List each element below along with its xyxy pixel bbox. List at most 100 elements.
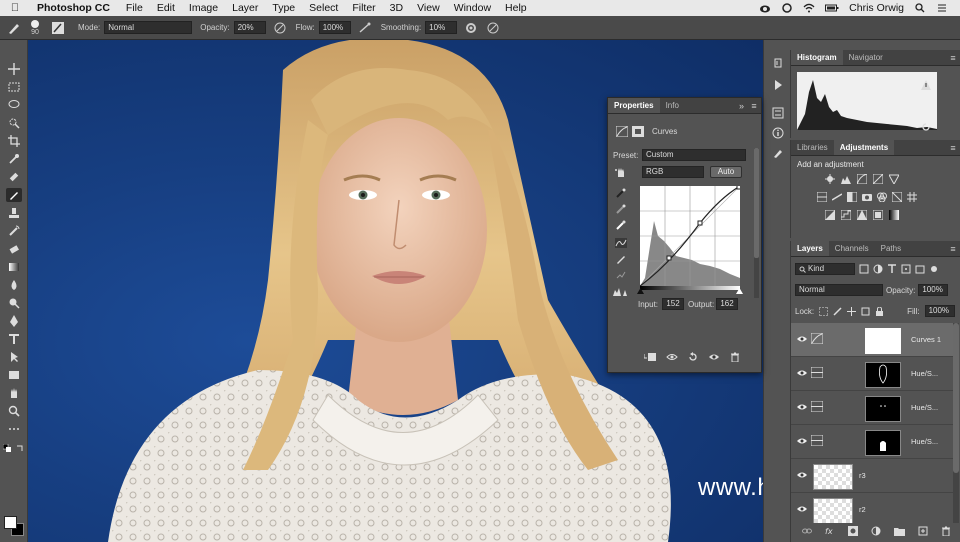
- brightness-contrast-icon[interactable]: [825, 174, 835, 184]
- zoom-tool-icon[interactable]: [6, 404, 22, 418]
- panel-menu-icon[interactable]: ≡: [747, 98, 761, 113]
- tab-paths[interactable]: Paths: [875, 241, 907, 256]
- tab-channels[interactable]: Channels: [829, 241, 875, 256]
- layer-name[interactable]: r3: [859, 471, 866, 480]
- layer-opacity-field[interactable]: 100%: [918, 284, 949, 296]
- new-group-icon[interactable]: [893, 527, 905, 536]
- link-layers-icon[interactable]: [801, 527, 812, 535]
- menu-help[interactable]: Help: [498, 2, 534, 14]
- cache-warning-icon[interactable]: [921, 80, 931, 90]
- panel-menu-icon[interactable]: ≡: [946, 50, 960, 65]
- menu-app-name[interactable]: Photoshop CC: [30, 2, 119, 14]
- more-tools-icon[interactable]: [6, 422, 22, 436]
- smoothing-field[interactable]: 10%: [425, 21, 458, 34]
- menu-edit[interactable]: Edit: [150, 2, 182, 14]
- delete-adjustment-trash-icon[interactable]: [730, 352, 740, 362]
- notification-center-icon[interactable]: [936, 3, 948, 13]
- filter-adjustment-icon[interactable]: [873, 264, 883, 274]
- color-balance-icon[interactable]: [832, 192, 842, 202]
- layer-style-fx-icon[interactable]: fx: [825, 526, 835, 536]
- properties-panel[interactable]: Properties Info » ≡ Curves Preset: Custo…: [607, 97, 762, 373]
- draw-pencil-icon[interactable]: [616, 254, 626, 264]
- smooth-curve-icon[interactable]: [616, 270, 626, 280]
- tab-navigator[interactable]: Navigator: [843, 50, 889, 65]
- sample-black-point-icon[interactable]: [616, 188, 626, 198]
- refresh-icon[interactable]: [921, 122, 931, 132]
- foreground-color-swatch[interactable]: [4, 516, 17, 529]
- tab-adjustments[interactable]: Adjustments: [833, 140, 895, 155]
- wifi-icon[interactable]: [803, 3, 815, 13]
- eyedropper-tool-icon[interactable]: [6, 152, 22, 166]
- layer-thumbnail[interactable]: [813, 498, 853, 523]
- vibrance-icon[interactable]: [889, 174, 899, 184]
- crop-tool-icon[interactable]: [6, 134, 22, 148]
- sample-gray-point-icon[interactable]: [616, 204, 626, 214]
- layer-name[interactable]: Hue/S...: [911, 437, 938, 446]
- visibility-eye-icon[interactable]: [797, 403, 807, 411]
- visibility-eye-icon[interactable]: [797, 505, 807, 513]
- clipping-warning-icon[interactable]: [613, 286, 627, 296]
- collapse-panel-icon[interactable]: »: [736, 98, 747, 113]
- visibility-eye-icon[interactable]: [797, 369, 807, 377]
- filter-type-icon[interactable]: [887, 264, 897, 274]
- layer-row[interactable]: r2: [791, 493, 953, 523]
- layers-scrollbar[interactable]: [953, 323, 959, 523]
- add-mask-icon[interactable]: [847, 526, 858, 536]
- menu-window[interactable]: Window: [447, 2, 498, 14]
- filter-shape-icon[interactable]: [901, 264, 911, 274]
- layer-row[interactable]: Hue/S...: [791, 357, 953, 391]
- layer-row[interactable]: Hue/S...: [791, 391, 953, 425]
- eraser-tool-icon[interactable]: [6, 242, 22, 256]
- lock-position-icon[interactable]: [847, 306, 857, 316]
- tab-properties[interactable]: Properties: [608, 98, 660, 113]
- path-selection-tool-icon[interactable]: [6, 350, 22, 364]
- swap-colors-icon[interactable]: [16, 444, 24, 452]
- history-panel-icon[interactable]: [770, 56, 785, 70]
- hue-saturation-icon[interactable]: [817, 192, 827, 202]
- preset-select[interactable]: Custom: [642, 149, 746, 161]
- new-layer-icon[interactable]: [918, 526, 928, 536]
- pressure-size-icon[interactable]: [485, 20, 501, 36]
- layer-mask-thumbnail[interactable]: [865, 396, 901, 422]
- flow-field[interactable]: 100%: [318, 21, 351, 34]
- brush-settings-icon[interactable]: [50, 20, 66, 36]
- sync-icon[interactable]: [781, 3, 793, 13]
- marquee-tool-icon[interactable]: [6, 80, 22, 94]
- filter-pixel-icon[interactable]: [859, 264, 869, 274]
- dodge-tool-icon[interactable]: [6, 296, 22, 310]
- cloud-icon[interactable]: [759, 3, 771, 13]
- view-previous-state-icon[interactable]: [666, 352, 678, 362]
- panel-menu-icon[interactable]: ≡: [946, 140, 960, 155]
- reset-icon[interactable]: [688, 352, 698, 362]
- info-panel-icon[interactable]: [770, 126, 785, 140]
- blend-mode-select[interactable]: Normal: [795, 284, 883, 296]
- user-name[interactable]: Chris Orwig: [849, 2, 904, 14]
- menu-3d[interactable]: 3D: [383, 2, 410, 14]
- tab-libraries[interactable]: Libraries: [791, 140, 834, 155]
- exposure-icon[interactable]: [873, 174, 883, 184]
- input-field[interactable]: 152: [662, 298, 684, 310]
- pressure-opacity-icon[interactable]: [272, 20, 288, 36]
- curves-graph[interactable]: [640, 186, 740, 286]
- properties-scrollbar[interactable]: [754, 148, 759, 298]
- visibility-eye-icon[interactable]: [797, 471, 807, 479]
- lasso-tool-icon[interactable]: [6, 98, 22, 112]
- menu-select[interactable]: Select: [302, 2, 345, 14]
- edit-points-curve-icon[interactable]: [615, 238, 627, 248]
- sample-white-point-icon[interactable]: [616, 220, 626, 230]
- white-point-slider-icon[interactable]: [736, 288, 743, 294]
- invert-icon[interactable]: [825, 210, 835, 220]
- actions-play-icon[interactable]: [770, 78, 785, 92]
- layer-name[interactable]: r2: [859, 505, 866, 514]
- delete-layer-trash-icon[interactable]: [941, 526, 951, 536]
- layer-row[interactable]: Hue/S...: [791, 425, 953, 459]
- menu-filter[interactable]: Filter: [345, 2, 382, 14]
- healing-brush-tool-icon[interactable]: [6, 170, 22, 184]
- gradient-map-icon[interactable]: [889, 210, 899, 220]
- apple-icon[interactable]: : [0, 2, 30, 14]
- history-brush-tool-icon[interactable]: [6, 224, 22, 238]
- brush-tool-icon[interactable]: [6, 188, 22, 202]
- gradient-tool-icon[interactable]: [6, 260, 22, 274]
- default-colors-icon[interactable]: [2, 443, 11, 452]
- lock-image-icon[interactable]: [833, 306, 842, 316]
